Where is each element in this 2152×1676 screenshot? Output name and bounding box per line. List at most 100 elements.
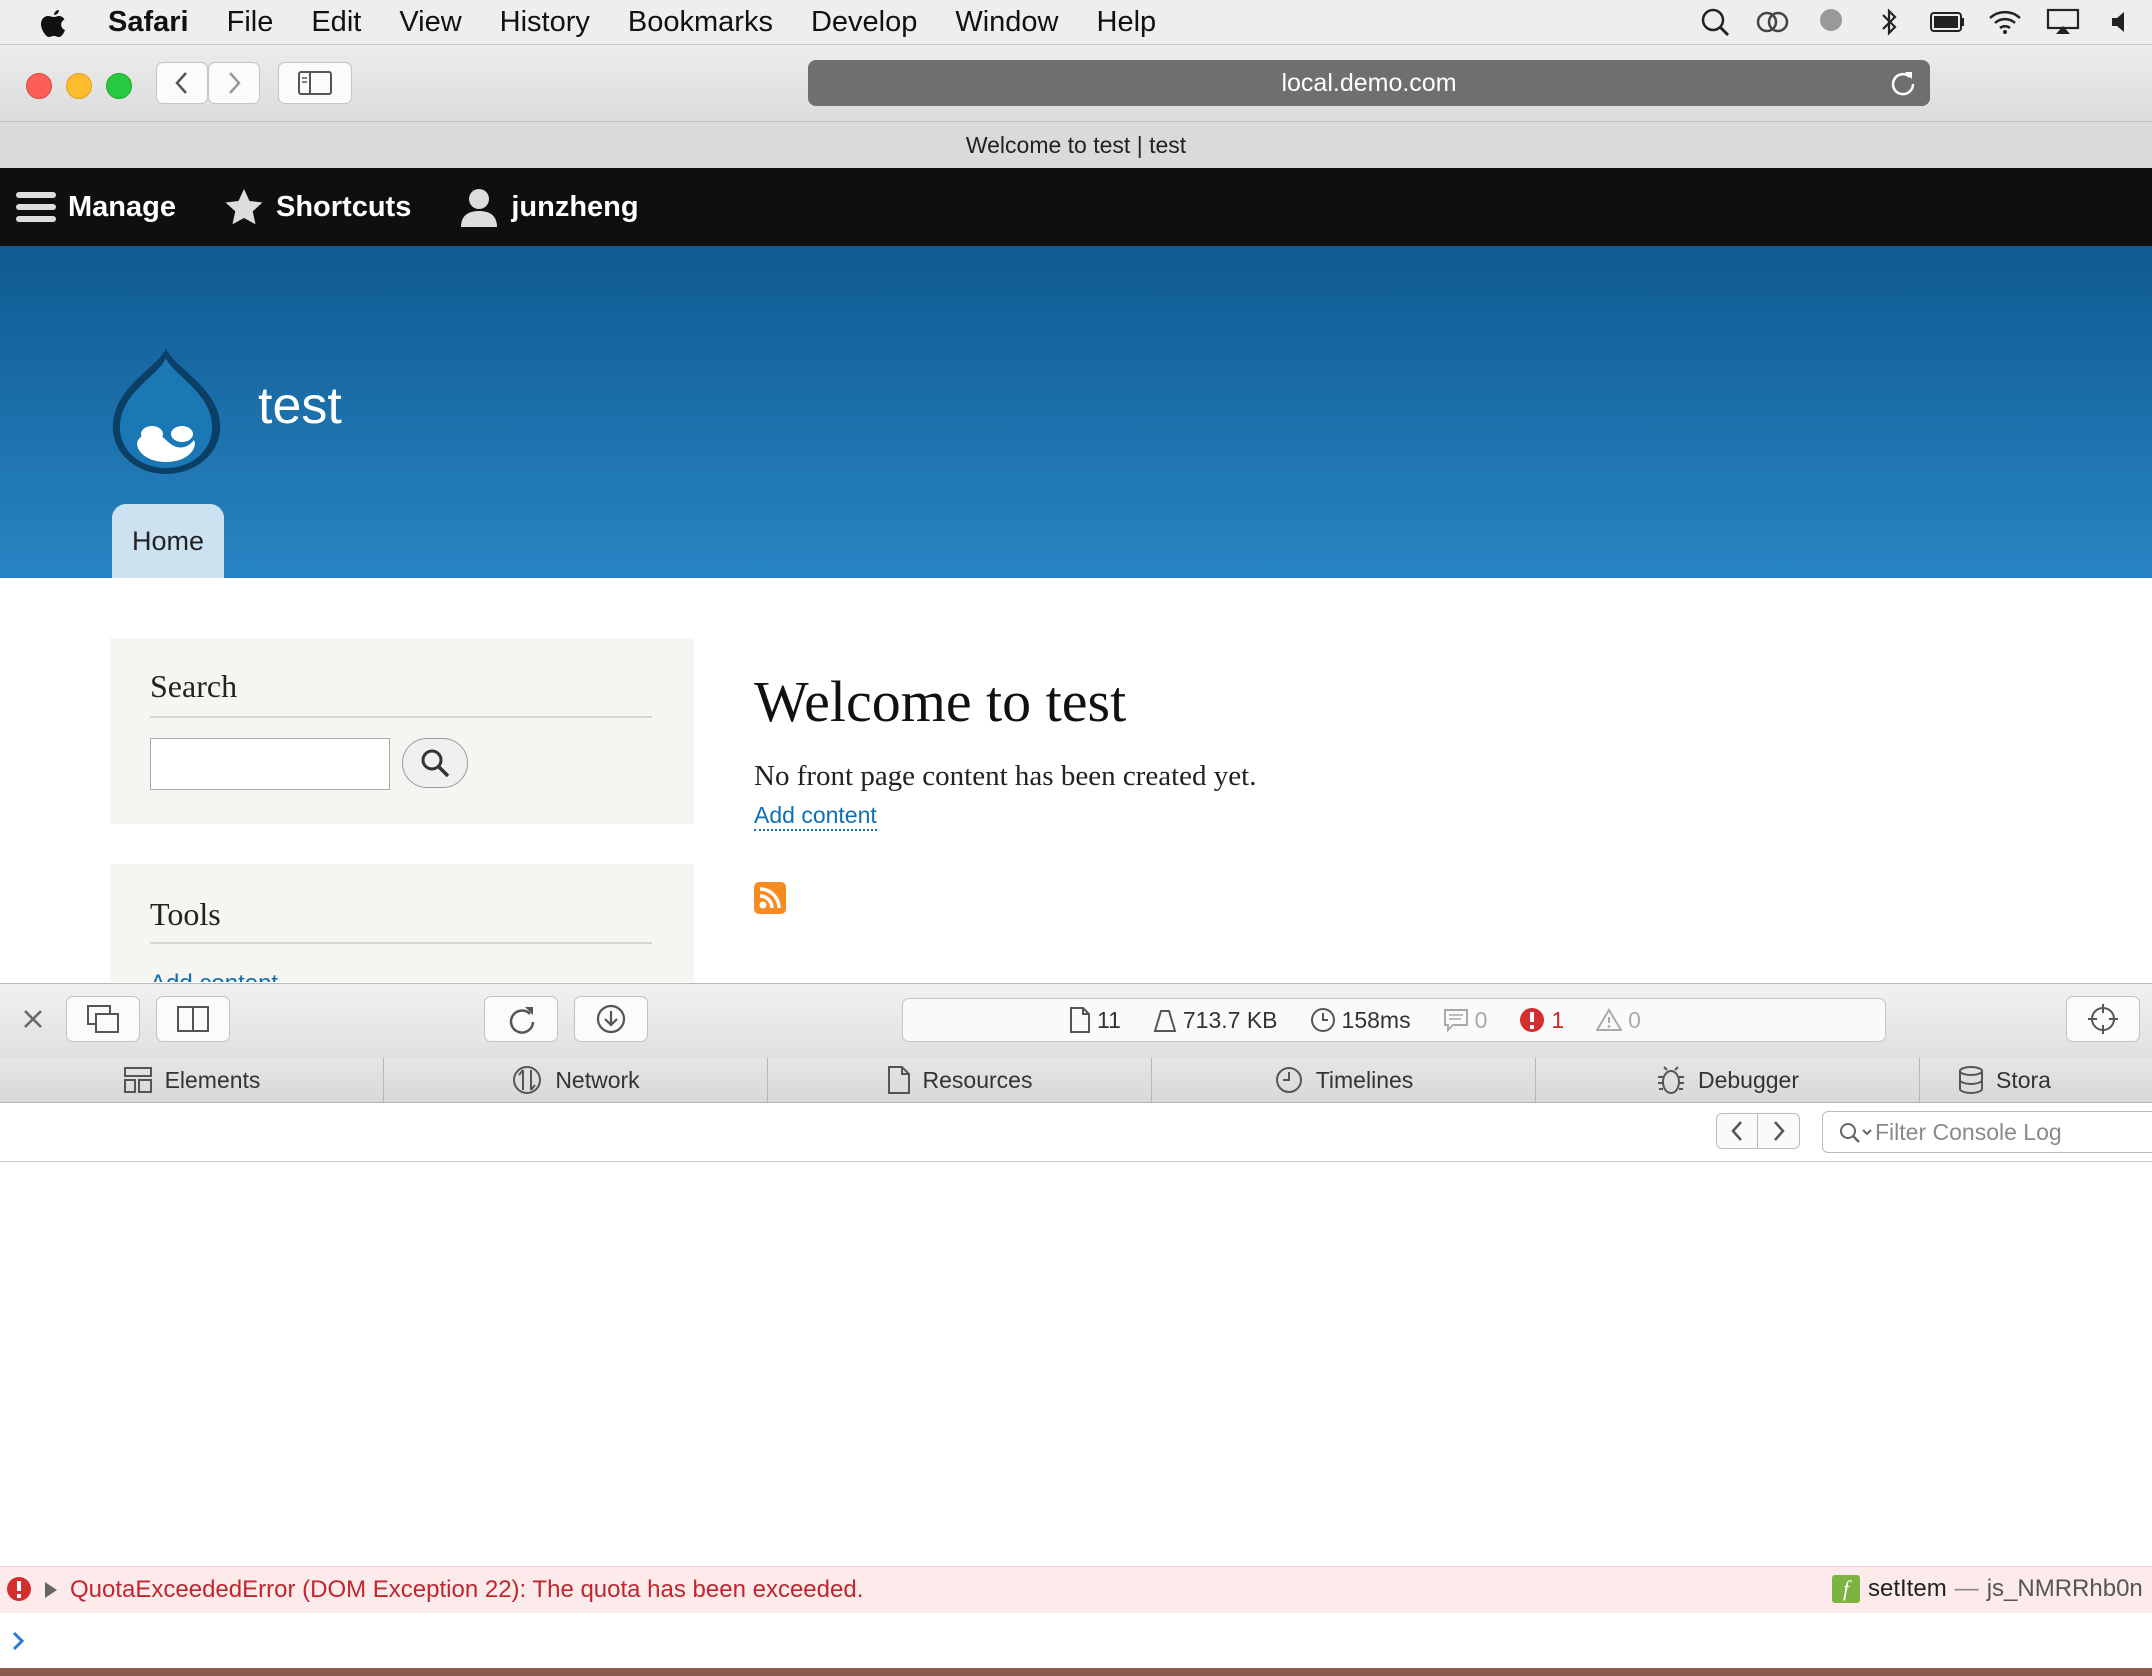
menu-help[interactable]: Help xyxy=(1097,6,1157,39)
function-icon: f xyxy=(1832,1575,1860,1603)
chevron-right-icon xyxy=(229,72,241,94)
airplay-icon[interactable] xyxy=(2046,6,2080,38)
tab-debugger-label: Debugger xyxy=(1697,1066,1800,1093)
error-icon xyxy=(6,1576,32,1602)
resource-size-value: 713.7 KB xyxy=(1182,1006,1278,1033)
battery-icon[interactable] xyxy=(1930,6,1964,38)
search-button[interactable] xyxy=(402,738,468,788)
tab-debugger[interactable]: Debugger xyxy=(1536,1058,1920,1102)
download-archive-button[interactable] xyxy=(574,996,648,1042)
log-count[interactable]: 0 xyxy=(1443,1007,1487,1034)
apple-icon[interactable] xyxy=(40,8,68,37)
previous-message-button[interactable] xyxy=(1716,1113,1758,1149)
search-icon xyxy=(421,749,450,778)
resource-size[interactable]: 713.7 KB xyxy=(1153,1007,1278,1034)
add-content-link[interactable]: Add content xyxy=(754,802,877,831)
tab-resources[interactable]: Resources xyxy=(768,1058,1152,1102)
activity-viewer[interactable]: 11 713.7 KB 158ms 0 1 0 xyxy=(902,998,1886,1042)
tools-add-content-link[interactable]: Add content xyxy=(150,970,278,982)
console-prompt[interactable] xyxy=(0,1613,2152,1667)
error-count[interactable]: 1 xyxy=(1519,1007,1564,1034)
menu-view[interactable]: View xyxy=(399,6,461,39)
close-window-button[interactable] xyxy=(26,73,52,99)
wifi-icon[interactable] xyxy=(1988,6,2022,38)
desktop-background-strip xyxy=(0,1668,2152,1676)
reload-page-button[interactable] xyxy=(484,996,558,1042)
resources-icon xyxy=(887,1066,910,1094)
reload-icon[interactable] xyxy=(1888,69,1916,97)
bluetooth-icon[interactable] xyxy=(1872,6,1906,38)
console-error-message[interactable]: QuotaExceededError (DOM Exception 22): T… xyxy=(0,1566,2152,1614)
undock-button[interactable] xyxy=(66,996,140,1042)
inspect-element-button[interactable] xyxy=(2066,996,2140,1042)
search-input[interactable] xyxy=(150,738,390,790)
zoom-window-button[interactable] xyxy=(106,73,132,99)
chevron-right-icon xyxy=(1773,1121,1785,1141)
warning-count-value: 0 xyxy=(1628,1006,1641,1033)
load-time[interactable]: 158ms xyxy=(1310,1007,1411,1034)
error-source-file[interactable]: js_NMRRhb0n xyxy=(1987,1575,2143,1603)
tab-network[interactable]: Network xyxy=(384,1058,768,1102)
elements-icon xyxy=(123,1067,152,1093)
macos-menu-bar: Safari File Edit View History Bookmarks … xyxy=(0,0,2152,45)
tools-block-divider xyxy=(150,942,652,944)
sidebar-toggle-button[interactable] xyxy=(278,62,352,104)
user-link[interactable]: junzheng xyxy=(459,187,639,227)
search-block-title: Search xyxy=(150,668,238,704)
forward-button[interactable] xyxy=(208,62,260,104)
back-button[interactable] xyxy=(156,62,208,104)
safari-toolbar: local.demo.com xyxy=(0,45,2152,122)
filter-console-input[interactable]: Filter Console Log xyxy=(1822,1111,2152,1153)
tab-elements[interactable]: Elements xyxy=(0,1058,384,1102)
tools-block-title: Tools xyxy=(150,896,221,932)
nav-tab-home[interactable]: Home xyxy=(112,504,224,578)
timelines-icon xyxy=(1275,1067,1302,1093)
menu-edit[interactable]: Edit xyxy=(311,6,361,39)
menu-window[interactable]: Window xyxy=(955,6,1058,39)
crosshair-icon xyxy=(2088,1004,2118,1034)
close-inspector-icon[interactable] xyxy=(22,1008,44,1030)
tab-elements-label: Elements xyxy=(164,1066,261,1093)
site-name[interactable]: test xyxy=(258,376,342,436)
tab-title-bar[interactable]: Welcome to test | test xyxy=(0,122,2152,169)
warning-count[interactable]: 0 xyxy=(1596,1007,1641,1034)
chat-bubble-icon[interactable] xyxy=(1814,6,1848,38)
tab-network-label: Network xyxy=(555,1066,640,1093)
next-message-button[interactable] xyxy=(1758,1113,1800,1149)
error-source-location[interactable]: f setItem — js_NMRRhb0n xyxy=(1832,1575,2143,1603)
warning-icon xyxy=(1596,1008,1623,1031)
minimize-window-button[interactable] xyxy=(66,73,92,99)
search-block-divider xyxy=(150,716,652,718)
prompt-chevron-icon xyxy=(12,1631,26,1651)
creative-cloud-icon[interactable] xyxy=(1756,6,1790,38)
dock-side-button[interactable] xyxy=(156,996,230,1042)
search-block: Search xyxy=(110,638,694,824)
menu-app-safari[interactable]: Safari xyxy=(108,6,189,39)
star-icon xyxy=(225,189,263,225)
detach-window-icon xyxy=(87,1005,119,1033)
manage-link[interactable]: Manage xyxy=(16,190,176,224)
error-source-function: setItem xyxy=(1868,1575,1947,1602)
inspector-tab-bar: Elements Network Resources Timelines Deb… xyxy=(0,1058,2152,1103)
menu-file[interactable]: File xyxy=(227,6,274,39)
quicklook-search-icon[interactable] xyxy=(1698,6,1732,38)
url-text: local.demo.com xyxy=(1281,68,1457,97)
error-text: QuotaExceededError (DOM Exception 22): T… xyxy=(70,1576,864,1603)
menu-history[interactable]: History xyxy=(500,6,590,39)
resource-count[interactable]: 11 xyxy=(1069,1006,1121,1034)
menu-develop[interactable]: Develop xyxy=(811,6,917,39)
tab-timelines[interactable]: Timelines xyxy=(1152,1058,1536,1102)
weight-icon xyxy=(1153,1010,1177,1032)
expand-triangle-icon[interactable] xyxy=(44,1581,58,1599)
menu-extras xyxy=(1698,6,2138,38)
tools-block: Tools Add content xyxy=(110,864,694,982)
drupal-logo[interactable] xyxy=(108,346,224,476)
rss-feed-icon[interactable] xyxy=(754,882,786,914)
tab-storage[interactable]: Stora xyxy=(1920,1058,2152,1102)
menu-bookmarks[interactable]: Bookmarks xyxy=(628,6,773,39)
network-icon xyxy=(513,1066,542,1094)
volume-icon[interactable] xyxy=(2104,6,2138,38)
sidebar-icon xyxy=(298,71,332,95)
shortcuts-link[interactable]: Shortcuts xyxy=(224,188,411,226)
address-bar[interactable]: local.demo.com xyxy=(808,60,1930,106)
